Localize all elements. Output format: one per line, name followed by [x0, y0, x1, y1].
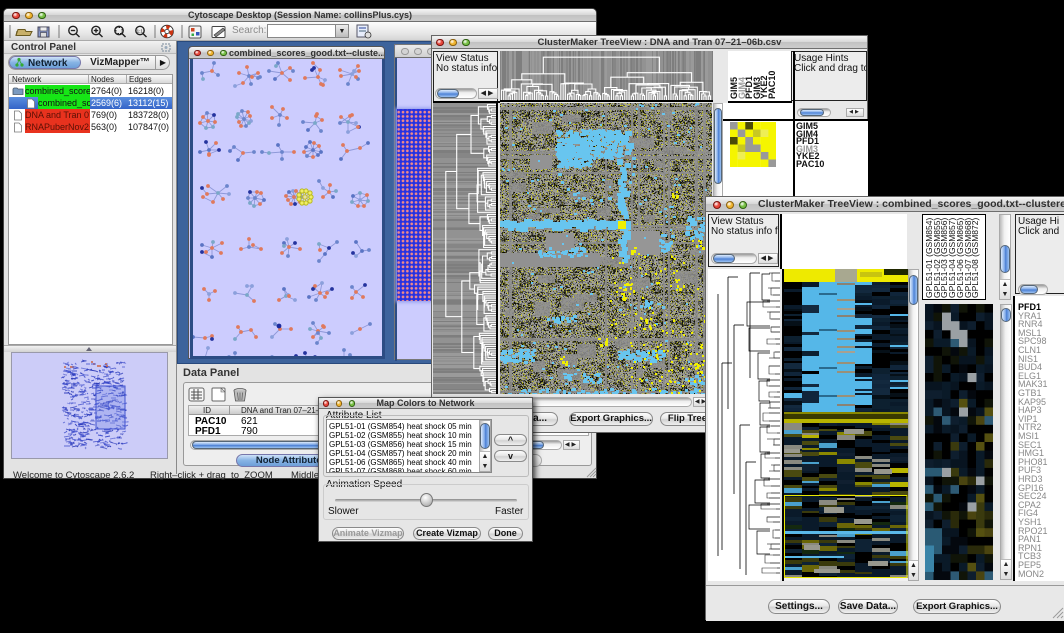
svg-text:1:1: 1:1	[137, 29, 144, 34]
